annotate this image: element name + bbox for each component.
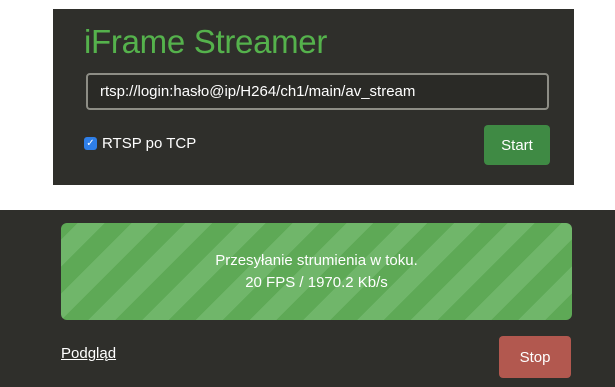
status-message: Przesyłanie strumienia w toku. (215, 251, 418, 269)
app-title: iFrame Streamer (84, 23, 328, 60)
streaming-status-box: Przesyłanie strumienia w toku. 20 FPS / … (61, 223, 572, 320)
start-button[interactable]: Start (484, 125, 550, 165)
stream-url-input[interactable] (86, 73, 549, 110)
stream-setup-panel: iFrame Streamer ✓ RTSP po TCP Start (53, 9, 574, 185)
rtsp-tcp-option[interactable]: ✓ RTSP po TCP (84, 135, 196, 152)
checkmark-icon: ✓ (86, 137, 95, 149)
rtsp-tcp-checkbox[interactable]: ✓ (84, 137, 97, 150)
stream-status-panel: Przesyłanie strumienia w toku. 20 FPS / … (0, 210, 615, 387)
stream-stats: 20 FPS / 1970.2 Kb/s (245, 273, 388, 291)
rtsp-tcp-label: RTSP po TCP (102, 135, 197, 152)
preview-link[interactable]: Podgląd (61, 345, 116, 362)
stop-button[interactable]: Stop (499, 336, 571, 378)
